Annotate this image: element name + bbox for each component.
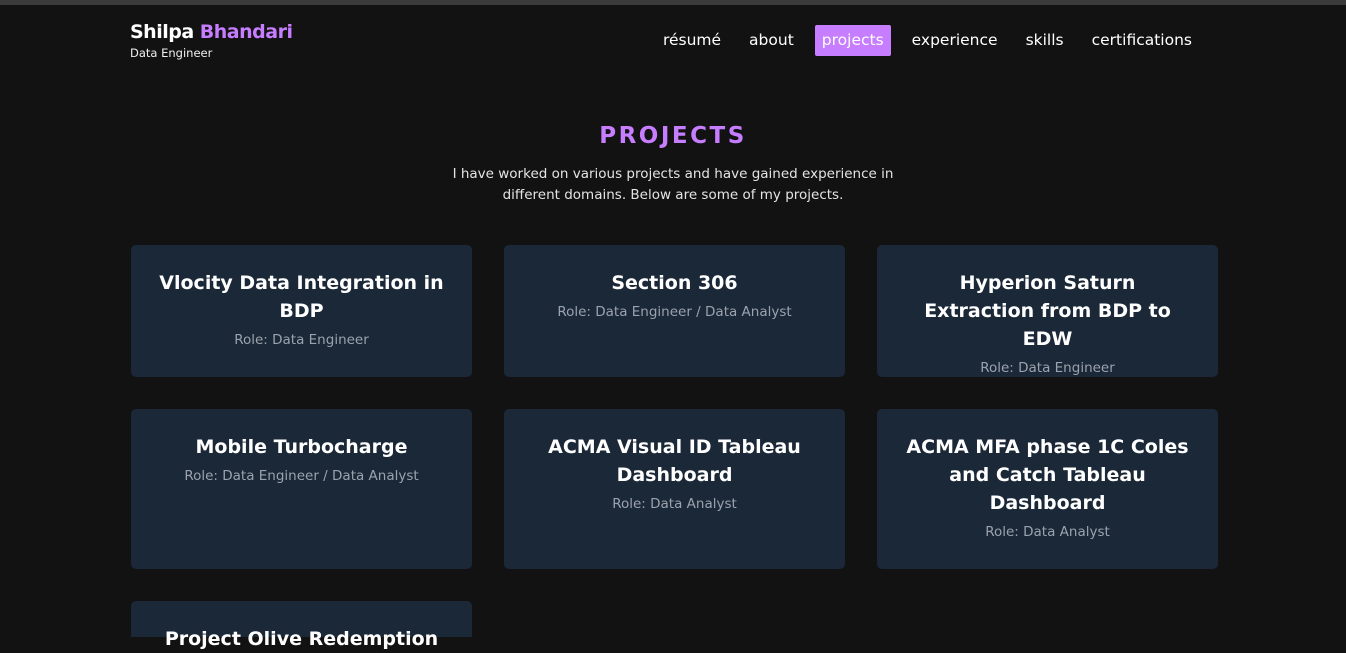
browser-top-edge: [0, 0, 1346, 5]
project-title: ACMA Visual ID Tableau Dashboard: [548, 436, 801, 486]
brand-last-name: Bhandari: [199, 21, 293, 43]
section-description: I have worked on various projects and ha…: [452, 166, 894, 203]
project-title: ACMA MFA phase 1C Coles and Catch Tablea…: [906, 436, 1189, 514]
brand[interactable]: Shilpa Bhandari Data Engineer: [130, 20, 293, 60]
project-title: Project Olive Redemption: [164, 628, 439, 650]
nav-item-about[interactable]: about: [742, 25, 801, 56]
project-title: Vlocity Data Integration in BDP: [159, 272, 444, 322]
section-title: PROJECTS: [599, 123, 747, 149]
nav-item-experience[interactable]: experience: [905, 25, 1005, 56]
nav-item-certifications[interactable]: certifications: [1085, 25, 1199, 56]
project-card[interactable]: Vlocity Data Integration in BDP Role: Da…: [131, 245, 472, 377]
project-card[interactable]: Hyperion Saturn Extraction from BDP to E…: [877, 245, 1218, 377]
main-nav: résumé about projects experience skills …: [656, 25, 1199, 56]
nav-item-skills[interactable]: skills: [1019, 25, 1071, 56]
project-card[interactable]: Section 306 Role: Data Engineer / Data A…: [504, 245, 845, 377]
project-role: Role: Data Engineer / Data Analyst: [184, 468, 419, 484]
project-role: Role: Data Analyst: [985, 524, 1110, 540]
project-role: Role: Data Analyst: [612, 496, 737, 512]
brand-first-name: Shilpa: [130, 21, 194, 43]
project-title: Section 306: [611, 272, 738, 294]
project-title: Hyperion Saturn Extraction from BDP to E…: [924, 272, 1171, 350]
project-role: Role: Data Engineer / Data Analyst: [557, 304, 792, 320]
brand-name: Shilpa Bhandari: [130, 20, 293, 44]
project-role: Role: Data Engineer: [234, 332, 369, 348]
project-card[interactable]: ACMA MFA phase 1C Coles and Catch Tablea…: [877, 409, 1218, 569]
brand-subtitle: Data Engineer: [130, 46, 213, 60]
nav-item-resume[interactable]: résumé: [656, 25, 728, 56]
project-card[interactable]: Mobile Turbocharge Role: Data Engineer /…: [131, 409, 472, 569]
nav-item-projects[interactable]: projects: [814, 25, 891, 56]
project-card[interactable]: Project Olive Redemption: [131, 601, 472, 650]
project-role: Role: Data Engineer: [980, 360, 1115, 376]
project-title: Mobile Turbocharge: [195, 436, 408, 458]
project-card[interactable]: ACMA Visual ID Tableau Dashboard Role: D…: [504, 409, 845, 569]
